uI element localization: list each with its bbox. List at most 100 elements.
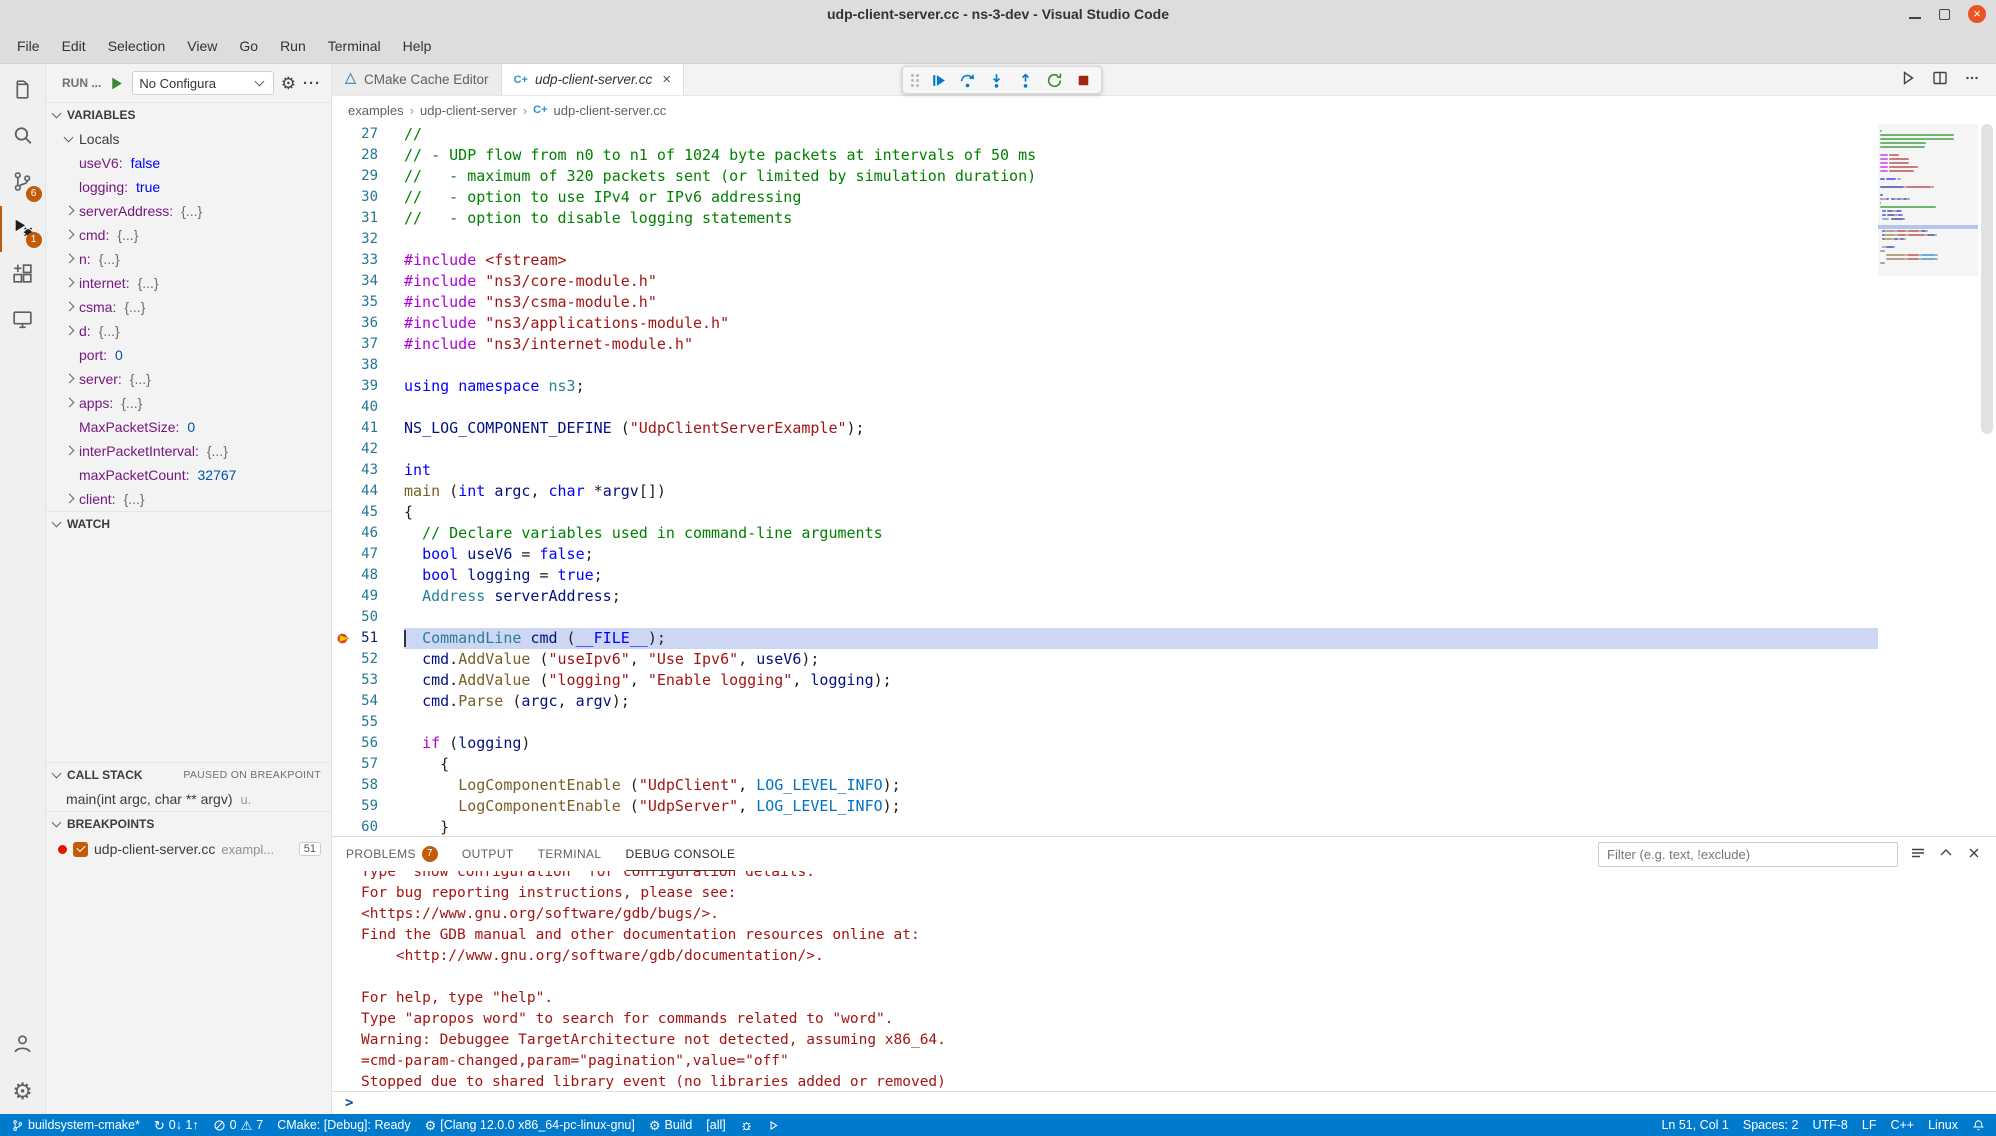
line-gutter[interactable]: 33 — [332, 250, 404, 271]
code-line-45[interactable]: 45{ — [332, 502, 1878, 523]
line-gutter[interactable]: 34 — [332, 271, 404, 292]
line-gutter[interactable]: 59 — [332, 796, 404, 817]
activity-search[interactable] — [0, 114, 46, 160]
line-gutter[interactable]: 51 — [332, 628, 404, 649]
more-actions-icon[interactable] — [1964, 70, 1980, 89]
status-ln-51-col-1[interactable]: Ln 51, Col 1 — [1654, 1114, 1735, 1136]
status-0-7[interactable]: 0⚠7 — [206, 1114, 271, 1136]
menu-terminal[interactable]: Terminal — [317, 34, 392, 58]
variable-n[interactable]: n:{...} — [46, 247, 331, 271]
drag-handle-icon[interactable] — [911, 74, 919, 87]
status-utf-8[interactable]: UTF-8 — [1805, 1114, 1854, 1136]
line-gutter[interactable]: 49 — [332, 586, 404, 607]
code-line-58[interactable]: 58 LogComponentEnable ("UdpClient", LOG_… — [332, 775, 1878, 796]
code-line-33[interactable]: 33#include <fstream> — [332, 250, 1878, 271]
code-line-56[interactable]: 56 if (logging) — [332, 733, 1878, 754]
code-line-35[interactable]: 35#include "ns3/csma-module.h" — [332, 292, 1878, 313]
activity-settings[interactable]: ⚙ — [0, 1068, 46, 1114]
code-line-36[interactable]: 36#include "ns3/applications-module.h" — [332, 313, 1878, 334]
code-line-27[interactable]: 27// — [332, 124, 1878, 145]
status-linux[interactable]: Linux — [1921, 1114, 1965, 1136]
status-bug[interactable] — [733, 1114, 760, 1136]
code-line-59[interactable]: 59 LogComponentEnable ("UdpServer", LOG_… — [332, 796, 1878, 817]
variable-csma[interactable]: csma:{...} — [46, 295, 331, 319]
code-line-46[interactable]: 46 // Declare variables used in command-… — [332, 523, 1878, 544]
activity-extensions[interactable] — [0, 252, 46, 298]
line-gutter[interactable]: 52 — [332, 649, 404, 670]
status-clang-12-0-0-x86-64-pc-linux-gnu[interactable]: ⚙[Clang 12.0.0 x86_64-pc-linux-gnu] — [418, 1114, 642, 1136]
line-gutter[interactable]: 58 — [332, 775, 404, 796]
code-line-42[interactable]: 42 — [332, 439, 1878, 460]
line-gutter[interactable]: 29 — [332, 166, 404, 187]
line-gutter[interactable]: 27 — [332, 124, 404, 145]
code-line-30[interactable]: 30// - option to use IPv4 or IPv6 addres… — [332, 187, 1878, 208]
console-input-row[interactable]: > — [332, 1091, 1996, 1114]
line-gutter[interactable]: 60 — [332, 817, 404, 836]
code-line-32[interactable]: 32 — [332, 229, 1878, 250]
line-gutter[interactable]: 44 — [332, 481, 404, 502]
breakpoints-header[interactable]: BREAKPOINTS — [46, 812, 331, 836]
breadcrumb-item-udp-client-server[interactable]: udp-client-server — [420, 103, 517, 118]
code-line-49[interactable]: 49 Address serverAddress; — [332, 586, 1878, 607]
code-line-47[interactable]: 47 bool useV6 = false; — [332, 544, 1878, 565]
line-gutter[interactable]: 39 — [332, 376, 404, 397]
code-line-48[interactable]: 48 bool logging = true; — [332, 565, 1878, 586]
line-gutter[interactable]: 30 — [332, 187, 404, 208]
code-line-43[interactable]: 43int — [332, 460, 1878, 481]
variable-server[interactable]: server:{...} — [46, 367, 331, 391]
line-gutter[interactable]: 53 — [332, 670, 404, 691]
tab-udp-client-server[interactable]: C+ udp-client-server.cc × — [502, 64, 684, 95]
more-actions-icon[interactable]: ··· — [303, 75, 321, 92]
menu-selection[interactable]: Selection — [97, 34, 177, 58]
variable-maxpacketcount[interactable]: maxPacketCount:32767 — [46, 463, 331, 487]
configure-gear-icon[interactable]: ⚙ — [281, 75, 296, 92]
panel-tab-output[interactable]: OUTPUT — [462, 837, 514, 871]
status-c[interactable]: C++ — [1883, 1114, 1921, 1136]
code-editor[interactable]: 27//28// - UDP flow from n0 to n1 of 102… — [332, 124, 1996, 836]
variable-d[interactable]: d:{...} — [46, 319, 331, 343]
status-spaces-2[interactable]: Spaces: 2 — [1736, 1114, 1806, 1136]
panel-tab-problems[interactable]: PROBLEMS7 — [346, 837, 438, 871]
line-gutter[interactable]: 36 — [332, 313, 404, 334]
activity-explorer[interactable] — [0, 68, 46, 114]
variable-interpacketinterval[interactable]: interPacketInterval:{...} — [46, 439, 331, 463]
close-panel-icon[interactable] — [1966, 845, 1982, 864]
variable-usev6[interactable]: useV6:false — [46, 151, 331, 175]
scope-locals[interactable]: Locals — [46, 127, 331, 151]
panel-tab-debug-console[interactable]: DEBUG CONSOLE — [626, 837, 736, 871]
watch-header[interactable]: WATCH — [46, 512, 331, 536]
stop-button[interactable] — [1070, 68, 1096, 92]
code-line-50[interactable]: 50 — [332, 607, 1878, 628]
status-lf[interactable]: LF — [1855, 1114, 1884, 1136]
variables-header[interactable]: VARIABLES — [46, 103, 331, 127]
maximize-panel-icon[interactable] — [1938, 845, 1954, 864]
breakpoint-checkbox[interactable] — [73, 842, 88, 857]
status-bell[interactable] — [1965, 1114, 1992, 1136]
activity-remote-explorer[interactable] — [0, 298, 46, 344]
line-gutter[interactable]: 43 — [332, 460, 404, 481]
line-gutter[interactable]: 50 — [332, 607, 404, 628]
line-gutter[interactable]: 54 — [332, 691, 404, 712]
variable-cmd[interactable]: cmd:{...} — [46, 223, 331, 247]
menu-file[interactable]: File — [6, 34, 51, 58]
line-gutter[interactable]: 31 — [332, 208, 404, 229]
code-line-37[interactable]: 37#include "ns3/internet-module.h" — [332, 334, 1878, 355]
start-debugging-button[interactable] — [108, 75, 125, 92]
code-line-34[interactable]: 34#include "ns3/core-module.h" — [332, 271, 1878, 292]
status-build[interactable]: ⚙Build — [642, 1114, 699, 1136]
code-line-55[interactable]: 55 — [332, 712, 1878, 733]
menu-edit[interactable]: Edit — [51, 34, 97, 58]
code-line-39[interactable]: 39using namespace ns3; — [332, 376, 1878, 397]
breakpoint-item[interactable]: udp-client-server.cc exampl... 51 — [46, 836, 331, 862]
menu-view[interactable]: View — [176, 34, 228, 58]
variable-logging[interactable]: logging:true — [46, 175, 331, 199]
variable-serveraddress[interactable]: serverAddress:{...} — [46, 199, 331, 223]
code-line-52[interactable]: 52 cmd.AddValue ("useIpv6", "Use Ipv6", … — [332, 649, 1878, 670]
run-file-icon[interactable] — [1900, 70, 1916, 89]
code-line-53[interactable]: 53 cmd.AddValue ("logging", "Enable logg… — [332, 670, 1878, 691]
variable-apps[interactable]: apps:{...} — [46, 391, 331, 415]
continue-button[interactable] — [925, 68, 951, 92]
debug-config-dropdown[interactable]: No Configura — [132, 71, 273, 95]
close-tab-icon[interactable]: × — [662, 71, 671, 88]
editor-scrollbar[interactable] — [1978, 124, 1996, 836]
